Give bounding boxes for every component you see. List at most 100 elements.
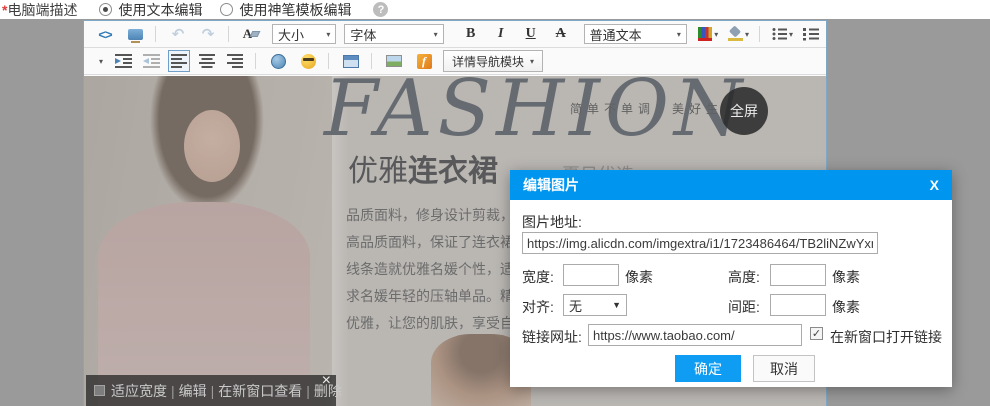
flash-icon: f <box>417 54 432 69</box>
spacing-input[interactable] <box>770 294 826 316</box>
align-left-button[interactable] <box>168 50 190 72</box>
view-new-window-action[interactable]: 在新窗口查看 <box>218 381 302 401</box>
width-unit: 像素 <box>625 267 653 287</box>
indent-button[interactable] <box>112 50 134 72</box>
underline-icon: U <box>526 26 536 42</box>
help-icon[interactable]: ? <box>373 2 388 17</box>
bullet-list-icon <box>772 27 787 41</box>
radio-selected-icon[interactable] <box>99 3 112 16</box>
chevron-down-icon: ▾ <box>99 57 103 66</box>
indent-icon <box>115 54 132 68</box>
open-new-window-checkbox[interactable]: ✓ <box>810 327 823 340</box>
outdent-button[interactable] <box>140 50 162 72</box>
field-label: 电脑端描述 <box>7 0 77 20</box>
font-size-value: 大小 <box>278 25 304 44</box>
radio-text-edit[interactable]: 使用文本编辑 <box>99 0 202 20</box>
ordered-list-button[interactable] <box>800 23 822 45</box>
radio-shenbi-edit[interactable]: 使用神笔模板编辑 <box>220 0 351 20</box>
insert-image-button[interactable] <box>383 50 405 72</box>
fit-width-checkbox[interactable] <box>94 385 105 396</box>
chevron-down-icon: ▼ <box>612 300 621 310</box>
divider <box>371 53 372 69</box>
image-icon <box>386 55 402 67</box>
preview-button[interactable] <box>124 23 146 45</box>
strikethrough-button[interactable]: A <box>550 23 572 45</box>
undo-button[interactable]: ↶ <box>167 23 189 45</box>
italic-icon: I <box>498 26 503 42</box>
dialog-close-icon[interactable]: X <box>930 177 939 193</box>
ordered-list-icon <box>803 27 819 41</box>
emoji-button[interactable] <box>297 50 319 72</box>
align-center-button[interactable] <box>196 50 218 72</box>
code-icon: <> <box>98 27 111 42</box>
divider <box>155 26 156 42</box>
model-photo <box>84 76 332 406</box>
height-unit: 像素 <box>832 267 860 287</box>
align-select[interactable]: 无 ▼ <box>563 294 627 316</box>
bold-button[interactable]: B <box>460 23 482 45</box>
overflow-dropdown-button[interactable]: ▾ <box>94 50 106 72</box>
paragraph-format-select[interactable]: 普通文本 ▾ <box>584 24 687 44</box>
insert-flash-button[interactable]: f <box>413 50 435 72</box>
edit-image-action[interactable]: 编辑 <box>179 381 207 401</box>
spacing-unit: 像素 <box>832 297 860 317</box>
paragraph-format-value: 普通文本 <box>590 25 642 44</box>
monitor-icon <box>128 29 143 40</box>
chevron-down-icon: ▾ <box>677 30 681 39</box>
model-face <box>184 110 240 182</box>
product-title-regular: 优雅 <box>348 155 408 188</box>
width-input[interactable] <box>563 264 619 286</box>
align-label: 对齐: <box>522 297 554 317</box>
font-family-select[interactable]: 字体 ▾ <box>344 24 443 44</box>
divider <box>228 26 229 42</box>
detail-nav-module-button[interactable]: 详情导航模块 ▾ <box>443 50 543 72</box>
confirm-button[interactable]: 确定 <box>675 355 741 382</box>
chevron-down-icon: ▾ <box>434 30 438 39</box>
eraser-icon <box>250 31 261 37</box>
radio-shenbi-edit-label: 使用神笔模板编辑 <box>239 0 351 20</box>
align-left-icon <box>171 54 187 68</box>
bullet-list-button[interactable]: ▾ <box>771 23 794 45</box>
font-color-button[interactable]: ▾ <box>697 23 719 45</box>
width-label: 宽度: <box>522 267 554 287</box>
underline-button[interactable]: U <box>520 23 542 45</box>
image-action-bar: 适应宽度 | 编辑 | 在新窗口查看 | 删除 × <box>86 375 336 406</box>
bold-icon: B <box>466 26 475 42</box>
divider: | <box>171 383 175 399</box>
link-globe-icon <box>271 54 286 69</box>
cancel-button[interactable]: 取消 <box>753 355 815 382</box>
open-new-window-label[interactable]: 在新窗口打开链接 <box>830 327 942 347</box>
close-icon[interactable]: × <box>322 372 331 390</box>
divider <box>759 26 760 42</box>
link-url-input[interactable] <box>588 324 802 346</box>
image-url-input[interactable] <box>522 232 878 254</box>
toolbar-row-1: <> ↶ ↷ A 大小 ▾ 字体 ▾ B I U A 普通文本 ▾ ▾ ▾ ▾ <box>84 21 826 48</box>
background-color-button[interactable]: ▾ <box>727 23 749 45</box>
italic-button[interactable]: I <box>490 23 512 45</box>
outdent-icon <box>143 54 160 68</box>
spacing-label: 间距: <box>728 297 760 317</box>
dialog-title: 编辑图片 <box>523 175 579 195</box>
dialog-header[interactable]: 编辑图片 X <box>510 170 952 200</box>
radio-unselected-icon[interactable] <box>220 3 233 16</box>
fit-width-action[interactable]: 适应宽度 <box>111 381 167 401</box>
divider: | <box>306 383 310 399</box>
chevron-down-icon: ▾ <box>326 30 330 39</box>
divider <box>255 53 256 69</box>
insert-table-button[interactable] <box>340 50 362 72</box>
divider: | <box>211 383 215 399</box>
source-code-button[interactable]: <> <box>94 23 116 45</box>
background-color-icon <box>728 27 743 41</box>
redo-button[interactable]: ↷ <box>197 23 219 45</box>
chevron-down-icon: ▾ <box>530 57 534 66</box>
redo-icon: ↷ <box>202 27 215 42</box>
radio-text-edit-label: 使用文本编辑 <box>118 0 202 20</box>
format-painter-button[interactable]: A <box>240 23 262 45</box>
font-size-select[interactable]: 大小 ▾ <box>272 24 336 44</box>
align-right-button[interactable] <box>224 50 246 72</box>
undo-icon: ↶ <box>172 27 185 42</box>
insert-link-button[interactable] <box>267 50 289 72</box>
fullscreen-button[interactable]: 全屏 <box>720 87 768 135</box>
height-input[interactable] <box>770 264 826 286</box>
font-family-value: 字体 <box>350 25 376 44</box>
